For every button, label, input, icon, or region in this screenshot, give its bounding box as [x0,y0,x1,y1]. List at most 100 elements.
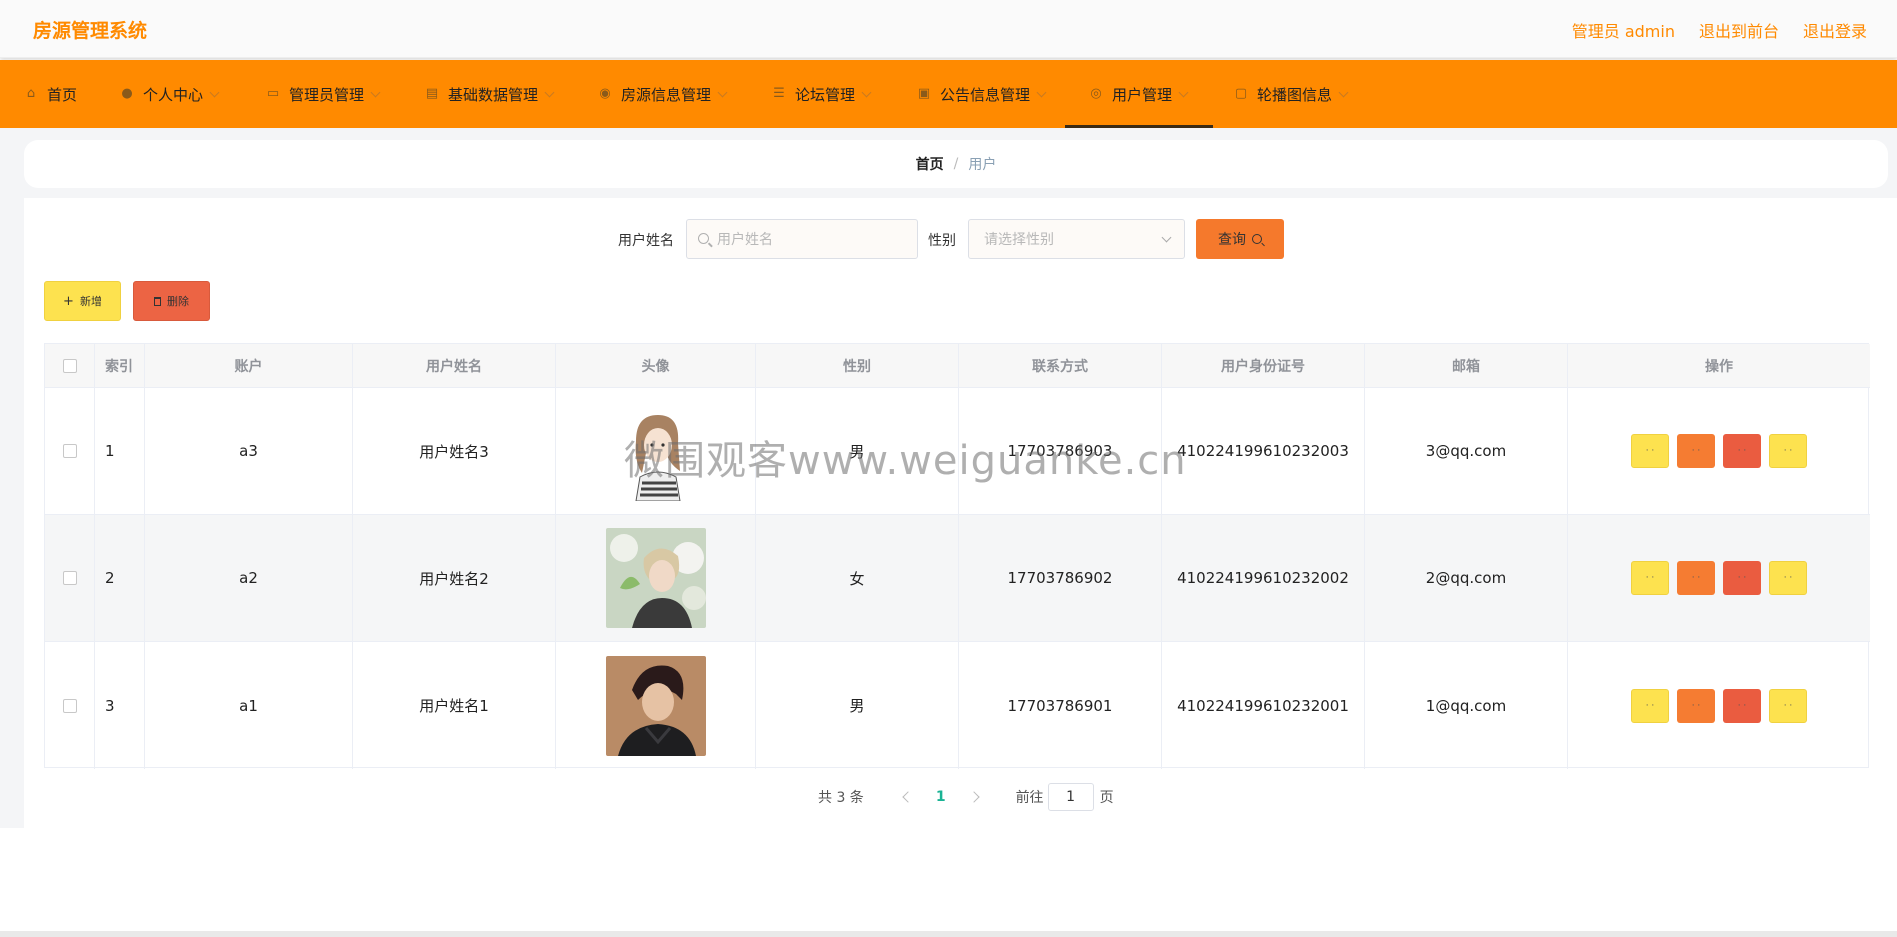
nav-item-forum[interactable]: ☰ 论坛管理 [772,60,872,128]
nav-item-label: 个人中心 [143,85,204,104]
nav-item-notice[interactable]: ▣ 公告信息管理 [917,60,1047,128]
cell-actions: · · · · · · · · [1568,515,1870,641]
cell-name: 用户姓名1 [353,642,556,769]
nav-item-users[interactable]: ◎ 用户管理 [1064,60,1214,128]
edit-button[interactable]: · · [1677,688,1715,723]
sliders-icon: ☰ [773,86,785,101]
avatar[interactable] [605,655,706,756]
goto-page-input[interactable] [1047,783,1094,811]
chevron-down-icon [717,87,728,97]
cell-phone: 17703786901 [959,642,1162,769]
compass-icon: ◎ [1090,86,1102,101]
select-all-checkbox[interactable] [62,358,77,373]
row-delete-button[interactable]: · · [1723,561,1761,595]
trash-icon [154,296,161,306]
add-button-label: 新增 [79,295,102,308]
nav-item-profile[interactable]: ● 个人中心 [120,60,220,128]
cell-account: a2 [145,515,353,641]
page-suffix: 页 [1099,790,1114,806]
gender-select[interactable]: 请选择性别 [968,219,1185,259]
briefcase-icon: ▤ [425,86,439,101]
cell-gender: 男 [756,642,959,769]
header-select-cell [45,344,95,387]
avatar[interactable] [605,528,706,628]
row-select-cell [45,515,95,641]
exit-to-front-link[interactable]: 退出到前台 [1699,18,1779,42]
nav-item-label: 轮播图信息 [1257,85,1333,104]
header-name: 用户姓名 [353,344,556,387]
row-delete-button[interactable]: · · [1723,434,1761,468]
table-row: 3 a1 用户姓名1 男 17703786901 410224199610232… [45,642,1870,769]
view-button[interactable]: · · [1631,434,1669,468]
home-icon: ⌂ [26,86,36,101]
table-row: 2 a2 用户姓名2 女 17703786902 410224199610232… [45,515,1870,642]
view-button[interactable]: · · [1631,561,1669,595]
row-delete-button[interactable]: · · [1723,688,1761,723]
chevron-down-icon [209,87,220,97]
admin-label[interactable]: 管理员 admin [1572,18,1675,42]
image-icon: ▢ [1234,86,1248,101]
reset-password-button[interactable]: · · [1769,561,1807,595]
nav-item-admin[interactable]: ▭ 管理员管理 [266,60,381,128]
nav-item-label: 基础数据管理 [448,85,539,104]
avatar-photo-icon [605,655,706,756]
nav-item-label: 首页 [47,85,78,104]
main-nav: ⌂ 首页 ● 个人中心 ▭ 管理员管理 ▤ 基础数据管理 ◉ 房源信息管理 ☰ … [0,60,1897,128]
cell-phone: 17703786903 [959,388,1162,514]
view-button[interactable]: · · [1631,688,1669,723]
chevron-down-icon [1338,87,1349,97]
breadcrumb-home[interactable]: 首页 [916,154,944,174]
avatar[interactable] [605,401,706,501]
header-index: 索引 [95,344,145,387]
breadcrumb-current: 用户 [968,157,997,173]
chevron-left-icon[interactable] [902,791,914,803]
search-icon [1252,234,1262,244]
header-id-number: 用户身份证号 [1162,344,1365,387]
row-checkbox[interactable] [62,444,77,458]
cell-id-number: 410224199610232002 [1162,515,1365,641]
row-checkbox[interactable] [62,698,77,713]
delete-button[interactable]: 删除 [133,281,210,321]
cell-gender: 女 [756,515,959,641]
table-row: 1 a3 用户姓名3 男 17703786903 410224199610232… [45,388,1870,515]
cell-gender: 男 [756,388,959,514]
nav-item-housing[interactable]: ◉ 房源信息管理 [598,60,728,128]
gender-select-placeholder: 请选择性别 [984,232,1054,248]
nav-item-carousel[interactable]: ▢ 轮播图信息 [1234,60,1349,128]
monitor-icon: ▭ [266,86,280,101]
reset-password-button[interactable]: · · [1769,688,1807,723]
nav-item-home[interactable]: ⌂ 首页 [24,60,77,128]
edit-button[interactable]: · · [1677,434,1715,468]
chevron-down-icon [370,87,381,97]
query-button[interactable]: 查询 [1196,219,1284,259]
reset-password-button[interactable]: · · [1769,434,1807,468]
chevron-down-icon [544,87,555,97]
nav-item-label: 论坛管理 [795,85,856,104]
search-form: 用户姓名 用户姓名 性别 请选择性别 查询 [0,219,1897,259]
cell-avatar [556,388,756,514]
cell-email: 3@qq.com [1365,388,1568,514]
edit-button[interactable]: · · [1677,561,1715,595]
cell-actions: · · · · · · · · [1568,642,1870,769]
cell-avatar [556,642,756,769]
logout-link[interactable]: 退出登录 [1803,18,1867,42]
chevron-down-icon [1178,87,1189,97]
row-checkbox[interactable] [62,571,77,585]
top-header: 房源管理系统 管理员 admin 退出到前台 退出登录 [0,0,1897,58]
cell-index: 3 [95,642,145,769]
add-button[interactable]: + 新增 [44,281,121,321]
cell-email: 2@qq.com [1365,515,1568,641]
chevron-right-icon[interactable] [967,791,980,803]
search-icon [698,233,709,244]
page-number-current[interactable]: 1 [936,789,946,805]
header-email: 邮箱 [1365,344,1568,387]
name-search-input[interactable]: 用户姓名 [686,219,918,259]
cell-index: 1 [95,388,145,514]
avatar-illustration-icon [634,415,681,501]
header-gender: 性别 [756,344,959,387]
database-icon: ◉ [599,86,611,101]
cell-id-number: 410224199610232003 [1162,388,1365,514]
pagination-total: 共 3 条 [818,790,864,806]
nav-item-basic-data[interactable]: ▤ 基础数据管理 [425,60,555,128]
nav-item-label: 公告信息管理 [940,85,1031,104]
